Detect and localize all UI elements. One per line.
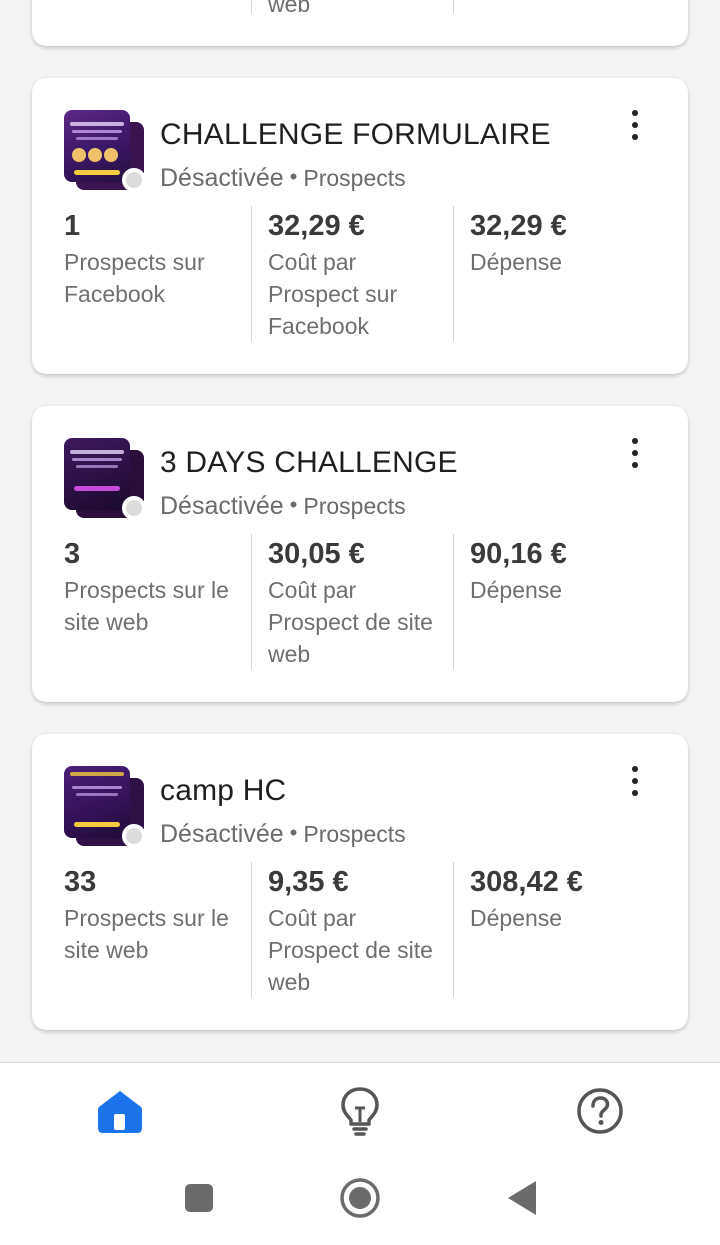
metric-label: Prospect de site xyxy=(268,937,433,963)
campaign-subtitle: Désactivée • Prospects xyxy=(160,820,406,849)
nav-home[interactable] xyxy=(90,1083,150,1139)
metric-label: Coût par xyxy=(268,905,357,931)
metric-label: Prospects sur le xyxy=(64,905,229,931)
metric-results: 1 Prospects sur Facebook xyxy=(64,206,250,342)
campaign-subtitle: Désactivée • Prospects xyxy=(160,164,406,193)
more-options-icon[interactable] xyxy=(622,764,648,798)
metric-label: web xyxy=(268,0,311,17)
nav-help[interactable] xyxy=(570,1083,630,1139)
metric-cost-per-result: 9,35 € Coût par Prospect de site web xyxy=(251,862,453,998)
metric-label: site web xyxy=(64,609,149,635)
campaign-thumbnail xyxy=(64,766,146,848)
campaign-card[interactable]: camp HC Désactivée • Prospects 33 Prospect… xyxy=(32,734,688,1030)
metric-spend: 32,29 € Dépense xyxy=(453,206,653,342)
metric-label: Dépense xyxy=(470,249,563,275)
metric-label: site web xyxy=(64,937,149,963)
campaign-thumbnail xyxy=(64,438,146,520)
metric-results: 3 Prospects sur le site web xyxy=(64,534,250,670)
campaign-card[interactable]: CHALLENGE FORMULAIRE Désactivée • Prospect… xyxy=(32,78,688,374)
ad-creative-image xyxy=(64,766,130,838)
metric-label: Coût par xyxy=(268,249,357,275)
ad-creative-image xyxy=(64,110,130,182)
metric-label: web xyxy=(268,969,311,995)
status-indicator-dot xyxy=(122,168,146,192)
metric-label: Dépense xyxy=(470,905,563,931)
metric-value: 33 xyxy=(64,866,97,898)
status-indicator-dot xyxy=(122,824,146,848)
separator-dot: • xyxy=(289,820,298,845)
metric-spend: 90,16 € Dépense xyxy=(453,534,653,670)
metric-divider xyxy=(453,0,454,14)
campaign-card-partial[interactable]: web xyxy=(32,0,688,46)
more-options-icon[interactable] xyxy=(622,108,648,142)
metric-value: 32,29 € xyxy=(470,210,567,242)
campaign-status: Désactivée xyxy=(160,820,284,848)
metric-label: Prospects sur le xyxy=(64,577,229,603)
metric-value: 1 xyxy=(64,210,81,242)
metric-label: Facebook xyxy=(268,313,370,339)
metric-label: Dépense xyxy=(470,577,563,603)
metric-label: Facebook xyxy=(64,281,166,307)
metric-results: 33 Prospects sur le site web xyxy=(64,862,250,998)
campaign-title: camp HC xyxy=(160,774,287,807)
campaign-objective: Prospects xyxy=(303,493,406,519)
system-home-button[interactable] xyxy=(335,1173,385,1223)
metric-label: Prospect sur xyxy=(268,281,398,307)
metric-divider xyxy=(251,0,252,14)
campaign-card-header: CHALLENGE FORMULAIRE Désactivée • Prospect… xyxy=(32,78,688,198)
campaign-title: 3 DAYS CHALLENGE xyxy=(160,446,458,479)
campaign-card-header: camp HC Désactivée • Prospects xyxy=(32,734,688,854)
metric-value: 9,35 € xyxy=(268,866,349,898)
campaign-card[interactable]: 3 DAYS CHALLENGE Désactivée • Prospects 3 … xyxy=(32,406,688,702)
home-icon xyxy=(98,1091,142,1133)
campaign-thumbnail xyxy=(64,110,146,192)
status-indicator-dot xyxy=(122,496,146,520)
campaign-objective: Prospects xyxy=(303,821,406,847)
campaign-status: Désactivée xyxy=(160,492,284,520)
campaign-status: Désactivée xyxy=(160,164,284,192)
metric-cost-per-result: 32,29 € Coût par Prospect sur Facebook xyxy=(251,206,453,342)
metric-value: 3 xyxy=(64,538,81,570)
metric-value: 90,16 € xyxy=(470,538,567,570)
metric-value: 308,42 € xyxy=(470,866,583,898)
campaign-objective: Prospects xyxy=(303,165,406,191)
campaign-card-header: 3 DAYS CHALLENGE Désactivée • Prospects xyxy=(32,406,688,526)
campaign-subtitle: Désactivée • Prospects xyxy=(160,492,406,521)
metric-label: Coût par xyxy=(268,577,357,603)
metric-value: 32,29 € xyxy=(268,210,365,242)
metric-label: web xyxy=(268,641,311,667)
help-icon xyxy=(577,1088,623,1134)
system-back-button[interactable] xyxy=(497,1173,547,1223)
ad-creative-image xyxy=(64,438,130,510)
home-circle-icon xyxy=(340,1178,380,1218)
recents-icon xyxy=(185,1184,213,1212)
metric-spend: 308,42 € Dépense xyxy=(453,862,653,998)
app-screen: web CHALLENGE FORMULAIRE Désactivée • Pros… xyxy=(0,0,720,1245)
metric-label: Prospects sur xyxy=(64,249,205,275)
system-recents-button[interactable] xyxy=(174,1173,224,1223)
lightbulb-icon xyxy=(341,1087,379,1136)
campaign-metrics: 33 Prospects sur le site web 9,35 € Coût… xyxy=(64,862,664,1002)
metric-label: Prospect de site xyxy=(268,609,433,635)
metric-cost-per-result: 30,05 € Coût par Prospect de site web xyxy=(251,534,453,670)
campaign-metrics: 1 Prospects sur Facebook 32,29 € Coût pa… xyxy=(64,206,664,346)
nav-tips[interactable] xyxy=(330,1083,390,1139)
metric-value: 30,05 € xyxy=(268,538,365,570)
separator-dot: • xyxy=(289,164,298,189)
campaign-title: CHALLENGE FORMULAIRE xyxy=(160,118,551,151)
more-options-icon[interactable] xyxy=(622,436,648,470)
back-icon xyxy=(508,1181,536,1215)
separator-dot: • xyxy=(289,492,298,517)
bottom-navigation xyxy=(0,1062,720,1245)
campaign-metrics: 3 Prospects sur le site web 30,05 € Coût… xyxy=(64,534,664,674)
